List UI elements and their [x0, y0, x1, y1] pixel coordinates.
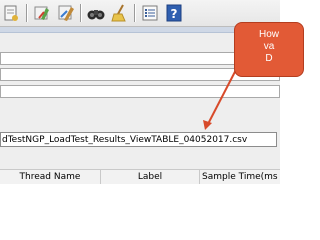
callout-annotation: How va D	[234, 22, 304, 77]
callout-line: D	[265, 53, 273, 64]
callout-line: How	[258, 29, 279, 40]
callout-line: va	[263, 41, 275, 52]
